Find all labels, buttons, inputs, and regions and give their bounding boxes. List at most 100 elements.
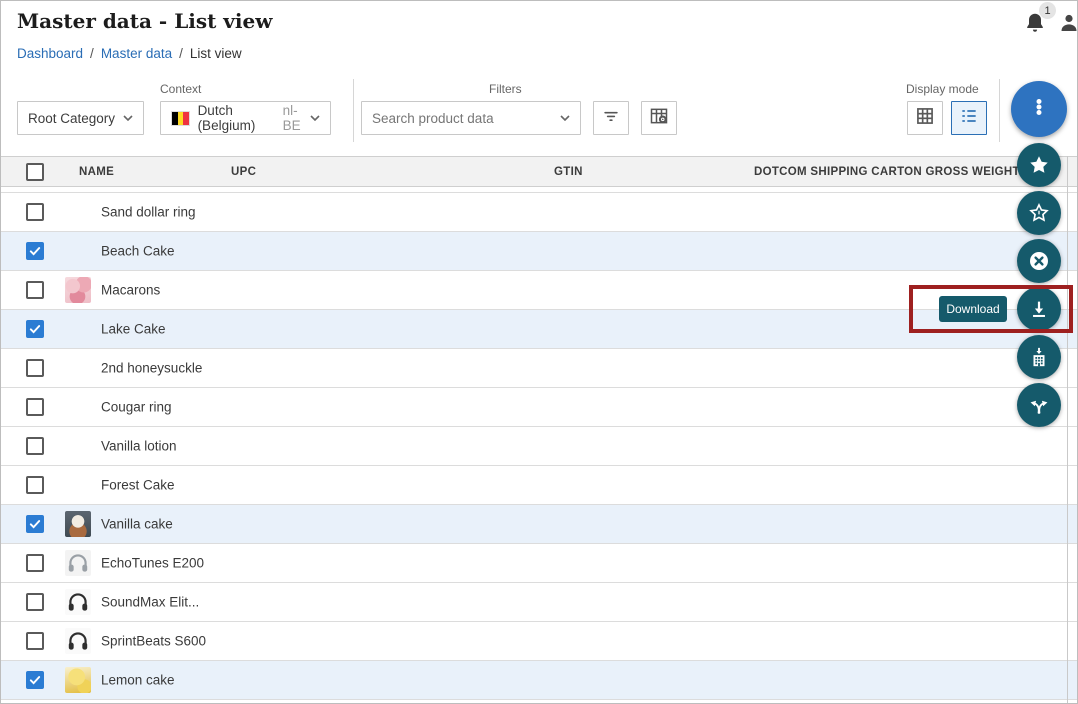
move-button[interactable] bbox=[1017, 383, 1061, 427]
star-filled-icon bbox=[1028, 154, 1050, 176]
product-name: EchoTunes E200 bbox=[101, 556, 204, 571]
product-thumbnail bbox=[65, 628, 91, 654]
filter-button[interactable] bbox=[593, 101, 629, 135]
product-name: Lemon cake bbox=[101, 673, 175, 688]
row-checkbox[interactable] bbox=[26, 632, 44, 650]
context-label: Context bbox=[160, 82, 201, 96]
language-dropdown-value: Dutch (Belgium) bbox=[198, 103, 278, 133]
table-row[interactable]: Cougar ring bbox=[1, 388, 1078, 427]
product-name: Lake Cake bbox=[101, 322, 166, 337]
product-thumbnail bbox=[65, 667, 91, 693]
table-row[interactable]: SprintBeats S600 bbox=[1, 622, 1078, 661]
product-name: 2nd honeysuckle bbox=[101, 361, 202, 376]
table-body: Sand dollar ring Beach Cake Macarons Lake C… bbox=[1, 192, 1078, 700]
user-profile-icon[interactable] bbox=[1057, 11, 1078, 35]
table-row[interactable]: Sand dollar ring bbox=[1, 193, 1078, 232]
row-checkbox[interactable] bbox=[26, 476, 44, 494]
product-thumbnail bbox=[65, 550, 91, 576]
unfavorite-button[interactable] bbox=[1017, 191, 1061, 235]
column-header-gtin[interactable]: GTIN bbox=[554, 157, 583, 186]
product-name: Beach Cake bbox=[101, 244, 175, 259]
category-dropdown[interactable]: Root Category bbox=[17, 101, 144, 135]
filter-icon bbox=[601, 106, 621, 131]
table-row[interactable]: Lake Cake bbox=[1, 310, 1078, 349]
display-mode-grid-button[interactable] bbox=[907, 101, 943, 135]
product-name: Forest Cake bbox=[101, 478, 175, 493]
category-dropdown-value: Root Category bbox=[28, 111, 115, 126]
column-header-upc[interactable]: UPC bbox=[231, 157, 256, 186]
table-row[interactable]: SoundMax Elit... bbox=[1, 583, 1078, 622]
download-tooltip: Download bbox=[939, 296, 1007, 322]
column-visibility-icon bbox=[649, 106, 669, 131]
row-checkbox[interactable] bbox=[26, 359, 44, 377]
breadcrumb-master-data[interactable]: Master data bbox=[101, 46, 172, 61]
list-view-icon bbox=[959, 106, 979, 131]
move-arrows-icon bbox=[1028, 394, 1050, 416]
download-button[interactable] bbox=[1017, 287, 1061, 331]
building-import-icon bbox=[1028, 346, 1050, 368]
product-name: Cougar ring bbox=[101, 400, 172, 415]
table-row[interactable]: EchoTunes E200 bbox=[1, 544, 1078, 583]
more-actions-button[interactable] bbox=[1011, 81, 1067, 137]
row-checkbox[interactable] bbox=[26, 203, 44, 221]
column-settings-button[interactable] bbox=[641, 101, 677, 135]
column-boundary-line bbox=[1067, 156, 1068, 704]
breadcrumb-current: List view bbox=[190, 46, 242, 61]
table-row[interactable]: Forest Cake bbox=[1, 466, 1078, 505]
search-dropdown[interactable]: Search product data bbox=[361, 101, 581, 135]
breadcrumb-dashboard[interactable]: Dashboard bbox=[17, 46, 83, 61]
chevron-down-icon bbox=[310, 115, 320, 121]
table-header: NAME UPC GTIN DOTCOM SHIPPING CARTON GRO… bbox=[1, 156, 1078, 187]
download-icon bbox=[1028, 298, 1050, 320]
chevron-down-icon bbox=[560, 115, 570, 121]
product-name: Sand dollar ring bbox=[101, 205, 196, 220]
table-row[interactable]: Vanilla lotion bbox=[1, 427, 1078, 466]
table-row[interactable]: 2nd honeysuckle bbox=[1, 349, 1078, 388]
row-checkbox-checked[interactable] bbox=[26, 515, 44, 533]
row-checkbox[interactable] bbox=[26, 437, 44, 455]
breadcrumb: Dashboard / Master data / List view bbox=[17, 46, 242, 61]
row-checkbox[interactable] bbox=[26, 281, 44, 299]
row-checkbox-checked[interactable] bbox=[26, 320, 44, 338]
toolbar-divider bbox=[353, 79, 354, 142]
product-thumbnail bbox=[65, 277, 91, 303]
column-header-name[interactable]: NAME bbox=[79, 157, 114, 186]
product-thumbnail bbox=[65, 589, 91, 615]
row-checkbox[interactable] bbox=[26, 593, 44, 611]
page: Master data - List view Dashboard / Mast… bbox=[0, 0, 1078, 704]
product-name: Macarons bbox=[101, 283, 160, 298]
remove-button[interactable] bbox=[1017, 239, 1061, 283]
product-thumbnail bbox=[65, 511, 91, 537]
product-name: Vanilla lotion bbox=[101, 439, 177, 454]
table-row[interactable]: Macarons bbox=[1, 271, 1078, 310]
favorite-button[interactable] bbox=[1017, 143, 1061, 187]
product-name: Vanilla cake bbox=[101, 517, 173, 532]
select-all-checkbox[interactable] bbox=[26, 163, 44, 181]
display-mode-list-button[interactable] bbox=[951, 101, 987, 135]
page-title: Master data - List view bbox=[17, 9, 272, 33]
breadcrumb-separator: / bbox=[90, 46, 94, 61]
table-row[interactable]: Lemon cake bbox=[1, 661, 1078, 700]
display-mode-label: Display mode bbox=[906, 82, 979, 96]
import-to-organization-button[interactable] bbox=[1017, 335, 1061, 379]
row-checkbox[interactable] bbox=[26, 554, 44, 572]
language-locale: nl-BE bbox=[283, 103, 310, 133]
language-dropdown[interactable]: Dutch (Belgium) nl-BE bbox=[160, 101, 331, 135]
product-name: SprintBeats S600 bbox=[101, 634, 206, 649]
column-header-weight[interactable]: DOTCOM SHIPPING CARTON GROSS WEIGHT (L bbox=[754, 157, 1035, 186]
product-name: SoundMax Elit... bbox=[101, 595, 199, 610]
notification-count-badge: 1 bbox=[1039, 2, 1056, 19]
belgium-flag-icon bbox=[171, 111, 190, 126]
circle-x-icon bbox=[1027, 249, 1051, 273]
row-checkbox[interactable] bbox=[26, 398, 44, 416]
search-dropdown-placeholder: Search product data bbox=[372, 111, 494, 126]
chevron-down-icon bbox=[123, 115, 133, 121]
kebab-menu-icon bbox=[1027, 95, 1051, 124]
row-checkbox-checked[interactable] bbox=[26, 671, 44, 689]
table-row[interactable]: Vanilla cake bbox=[1, 505, 1078, 544]
filters-label: Filters bbox=[489, 82, 522, 96]
breadcrumb-separator: / bbox=[179, 46, 183, 61]
table-row[interactable]: Beach Cake bbox=[1, 232, 1078, 271]
star-outline-icon bbox=[1028, 202, 1050, 224]
row-checkbox-checked[interactable] bbox=[26, 242, 44, 260]
